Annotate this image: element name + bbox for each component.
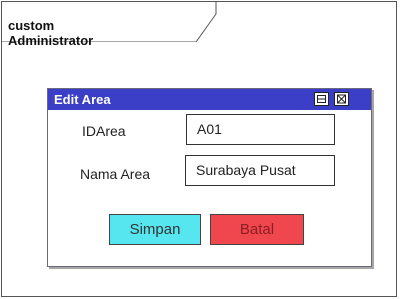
dialog-title: Edit Area <box>54 92 111 107</box>
idarea-input[interactable]: A01 <box>186 114 335 145</box>
idarea-label: IDArea <box>82 123 126 139</box>
simpan-button[interactable]: Simpan <box>109 214 201 245</box>
nama-area-input[interactable]: Surabaya Pusat <box>185 155 335 186</box>
close-button[interactable] <box>334 92 349 106</box>
diagram-frame: custom Administrator Edit Area IDArea A0… <box>1 1 397 297</box>
minimize-button[interactable] <box>314 92 329 106</box>
dialog-titlebar[interactable]: Edit Area <box>48 89 371 110</box>
edit-area-dialog: Edit Area IDArea A01 Nama Area Surabaya … <box>47 88 372 267</box>
frame-title: custom Administrator <box>8 18 94 48</box>
nama-area-label: Nama Area <box>80 166 151 182</box>
batal-button[interactable]: Batal <box>210 214 304 245</box>
